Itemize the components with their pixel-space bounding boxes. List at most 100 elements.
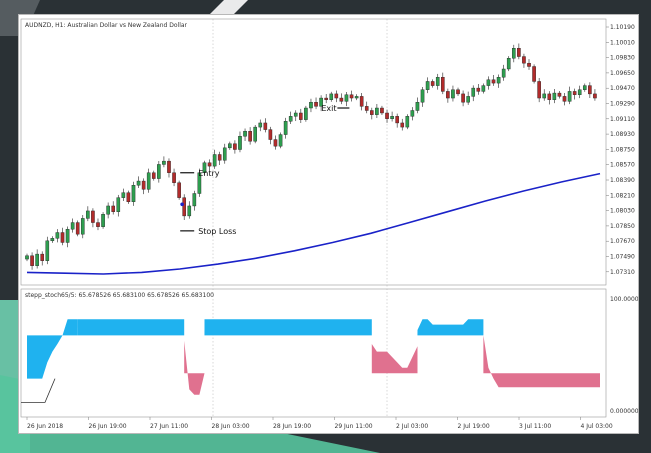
candle (162, 160, 166, 165)
candle (273, 139, 278, 147)
stop-loss-label: Stop Loss (198, 227, 236, 236)
candle (111, 205, 116, 212)
time-label: 2 Jul 19:00 (458, 423, 490, 430)
candle (177, 182, 181, 198)
candle (582, 85, 587, 90)
stochastic-up-area (27, 319, 78, 379)
candle (299, 112, 303, 120)
indicator-axis-label: 0.000000 (610, 408, 638, 415)
candle (192, 193, 197, 207)
candle (258, 122, 263, 128)
candle (50, 238, 55, 242)
candle (248, 131, 252, 142)
candle (334, 93, 339, 99)
candle (420, 89, 425, 103)
candle (349, 94, 354, 99)
candle (91, 210, 95, 223)
candle (370, 110, 374, 115)
candle (172, 172, 176, 183)
candle (65, 228, 70, 243)
time-label: 3 Jul 11:00 (519, 423, 551, 430)
candle (593, 93, 597, 99)
price-label: 1.07490 (610, 254, 635, 261)
price-label: 1.09650 (610, 70, 635, 77)
candle (126, 192, 131, 203)
candle (441, 77, 445, 92)
price-label: 1.08390 (610, 177, 635, 184)
candle (324, 97, 328, 100)
candle (86, 210, 90, 219)
main-plot-area (20, 18, 607, 286)
candle (390, 116, 394, 119)
price-label: 1.09830 (610, 55, 635, 62)
candle (380, 107, 384, 114)
candle (167, 160, 171, 173)
candle (385, 112, 389, 119)
time-label: 29 Jun 11:00 (335, 423, 373, 430)
candle (537, 81, 541, 99)
candle (572, 91, 577, 95)
candle (354, 96, 359, 99)
time-label: 28 Jun 19:00 (273, 423, 311, 430)
stochastic-line (21, 378, 56, 403)
price-label: 1.08930 (610, 131, 635, 138)
candle (364, 106, 369, 111)
time-label: 26 Jun 19:00 (89, 423, 127, 430)
candle (55, 232, 60, 239)
candle (157, 164, 161, 179)
candle (243, 131, 247, 137)
candle (486, 79, 491, 86)
candle (435, 77, 440, 86)
candle (557, 92, 562, 97)
price-label: 1.09110 (610, 116, 635, 123)
stochastic-up-area (77, 319, 185, 336)
candle (146, 172, 151, 190)
stochastic-down-area (184, 340, 205, 395)
candle (461, 93, 465, 103)
candle (552, 92, 557, 100)
price-label: 1.07310 (610, 269, 635, 276)
candle (75, 222, 80, 235)
price-label: 1.09290 (610, 101, 635, 108)
price-label: 1.10190 (610, 24, 635, 31)
candle (456, 89, 460, 95)
candle (542, 93, 547, 99)
chart-canvas[interactable]: AUDNZD, H1: Australian Dollar vs New Zea… (19, 15, 638, 433)
candle (309, 101, 313, 109)
candle (339, 97, 344, 102)
candle (80, 218, 85, 235)
candle (268, 129, 273, 140)
candle (233, 143, 237, 150)
moving-average-line (26, 172, 601, 275)
price-label: 1.08750 (610, 146, 635, 153)
time-label: 28 Jun 03:00 (212, 423, 250, 430)
candle (70, 222, 75, 230)
candle (25, 255, 29, 260)
candle (121, 192, 126, 198)
candle (359, 96, 364, 107)
candle (116, 197, 121, 212)
candle (496, 77, 501, 84)
candle (344, 94, 349, 102)
signal-dot (180, 202, 184, 207)
stochastic-down-area (371, 344, 418, 374)
price-label: 1.08570 (610, 162, 635, 169)
candle (293, 112, 298, 117)
candle (506, 58, 511, 70)
chart-window[interactable]: AUDNZD, H1: Australian Dollar vs New Zea… (18, 14, 639, 434)
candle (35, 253, 39, 266)
candle (228, 143, 232, 149)
candle (532, 66, 536, 82)
price-label: 1.08030 (610, 208, 635, 215)
candle (136, 180, 141, 186)
candle (40, 253, 45, 261)
candle (151, 172, 156, 179)
time-label: 4 Jul 03:00 (581, 423, 613, 430)
stochastic-down-area (483, 335, 600, 388)
candle (481, 85, 486, 92)
candle (238, 136, 242, 150)
candle (430, 81, 435, 86)
candle (278, 134, 283, 147)
candle (212, 154, 217, 167)
candle (491, 79, 496, 84)
